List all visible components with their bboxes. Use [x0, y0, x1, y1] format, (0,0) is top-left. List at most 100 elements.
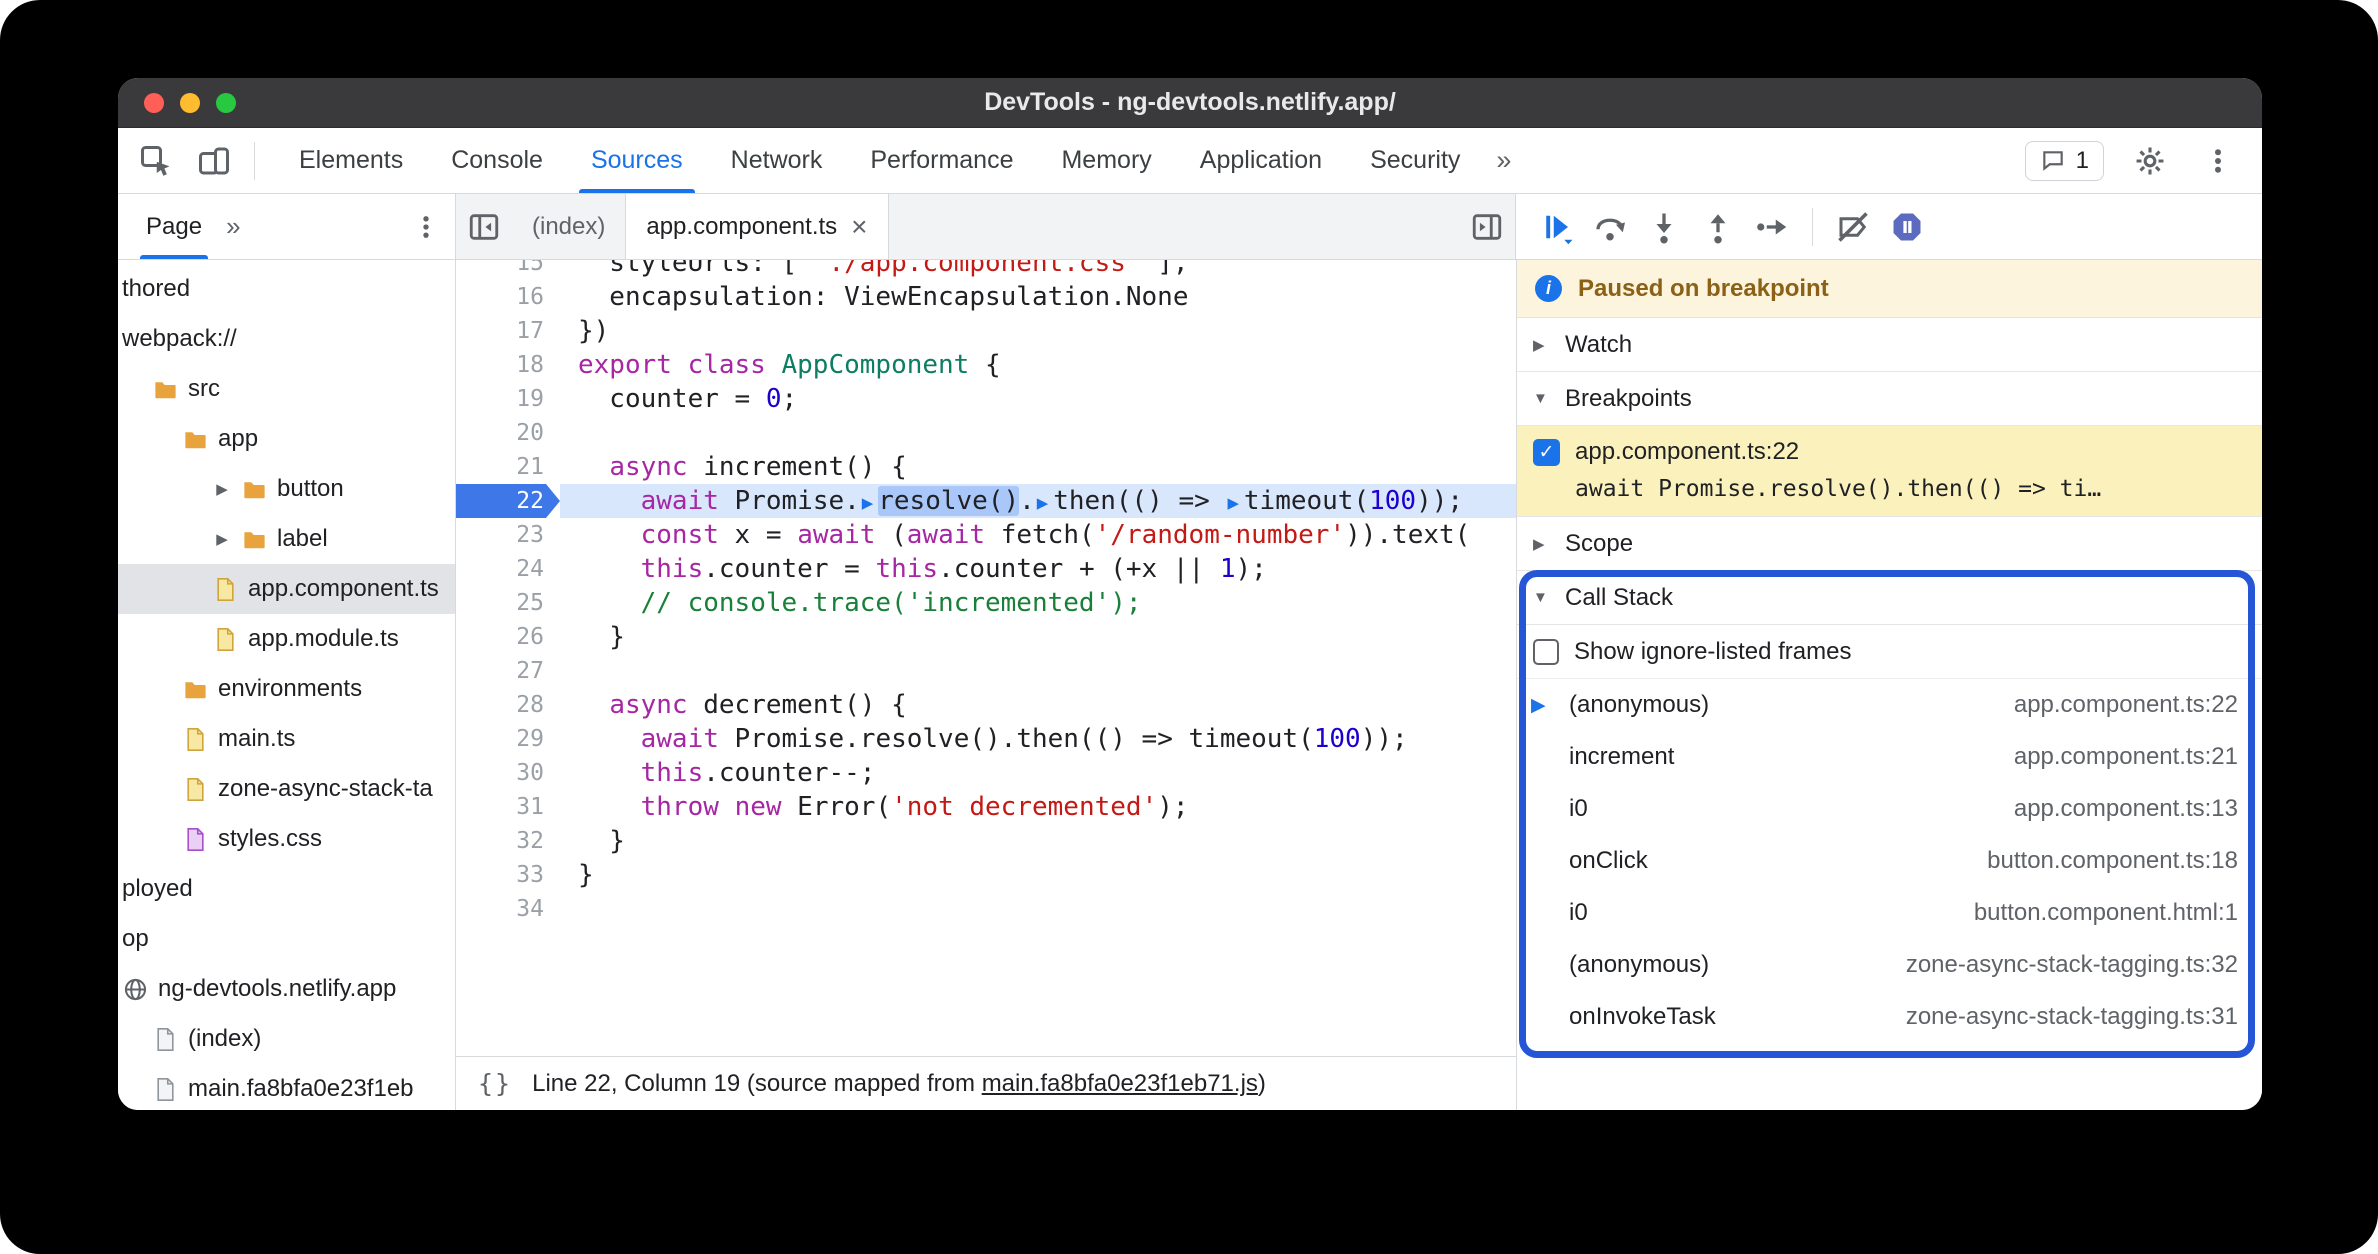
tab-performance[interactable]: Performance	[846, 128, 1037, 193]
call-stack-frame[interactable]: i0 button.component.html:1	[1517, 887, 2262, 939]
line-number[interactable]: 15	[456, 260, 560, 280]
call-stack-frame[interactable]: onClick button.component.ts:18	[1517, 835, 2262, 887]
line-number[interactable]: 30	[456, 756, 560, 790]
navigator-more-options-icon[interactable]	[411, 205, 455, 249]
tab-sources[interactable]: Sources	[567, 128, 707, 193]
tree-item[interactable]: app.module.ts	[118, 614, 455, 664]
tree-item[interactable]: main.ts	[118, 714, 455, 764]
messages-badge[interactable]: 1	[2024, 140, 2104, 181]
tab-network[interactable]: Network	[707, 128, 847, 193]
breakpoints-section-header[interactable]: ▼ Breakpoints	[1517, 372, 2262, 426]
code-scroll-area[interactable]: 15 styleUrls: [ './app.component.css' ],…	[456, 260, 1516, 1056]
close-window-button[interactable]	[144, 92, 164, 113]
watch-section-header[interactable]: ▶ Watch	[1517, 318, 2262, 372]
tree-item[interactable]: (index)	[118, 1014, 455, 1064]
code-token: fetch(	[985, 520, 1095, 550]
call-stack-frame[interactable]: i0 app.component.ts:13	[1517, 783, 2262, 835]
pretty-print-icon[interactable]: {}	[478, 1069, 512, 1098]
call-stack-frame[interactable]: ▶ (anonymous) app.component.ts:22	[1517, 679, 2262, 731]
pause-on-exceptions-icon[interactable]	[1885, 205, 1929, 249]
line-number[interactable]: 16	[456, 280, 560, 314]
async-step-marker[interactable]: ▶	[860, 492, 878, 514]
line-number[interactable]: 22	[456, 484, 560, 518]
close-tab-icon[interactable]: ×	[851, 212, 867, 241]
breakpoint-checkbox[interactable]: ✓	[1533, 438, 1560, 466]
globe-icon	[122, 976, 149, 1003]
tree-item[interactable]: zone-async-stack-ta	[118, 764, 455, 814]
line-number[interactable]: 23	[456, 518, 560, 552]
show-ignore-listed-checkbox[interactable]	[1533, 638, 1559, 665]
more-options-icon[interactable]	[2196, 139, 2240, 183]
file-tab[interactable]: app.component.ts ×	[625, 194, 889, 259]
tree-item-label: zone-async-stack-ta	[218, 775, 433, 802]
step-out-icon[interactable]	[1696, 205, 1740, 249]
step-over-icon[interactable]	[1588, 205, 1632, 249]
navigator-more-tabs-chevron[interactable]: »	[226, 211, 240, 242]
device-toolbar-icon[interactable]	[192, 139, 236, 183]
line-number[interactable]: 34	[456, 892, 560, 926]
async-step-marker[interactable]: ▶	[1035, 492, 1053, 514]
tree-item[interactable]: ▶ label	[118, 514, 455, 564]
line-number[interactable]: 19	[456, 382, 560, 416]
tree-item[interactable]: ▶ button	[118, 464, 455, 514]
deactivate-breakpoints-icon[interactable]	[1831, 205, 1875, 249]
line-number[interactable]: 21	[456, 450, 560, 484]
tree-item[interactable]: styles.css	[118, 814, 455, 864]
tree-item[interactable]: app	[118, 414, 455, 464]
more-tabs-chevron[interactable]: »	[1484, 145, 1523, 176]
line-number[interactable]: 20	[456, 416, 560, 450]
frame-name: onInvokeTask	[1569, 1003, 1716, 1030]
line-number[interactable]: 25	[456, 586, 560, 620]
minimize-window-button[interactable]	[180, 92, 200, 113]
navigator-tab-page[interactable]: Page	[140, 194, 209, 259]
toggle-navigator-icon[interactable]	[456, 194, 512, 259]
call-stack-frame[interactable]: increment app.component.ts:21	[1517, 731, 2262, 783]
tab-console[interactable]: Console	[427, 128, 567, 193]
tree-item[interactable]: op	[118, 914, 455, 964]
code-token: })	[578, 316, 610, 346]
line-number[interactable]: 29	[456, 722, 560, 756]
panel-toggle-icon[interactable]	[1459, 194, 1515, 259]
file-tab[interactable]: (index)	[512, 194, 625, 259]
resume-icon[interactable]	[1534, 205, 1578, 249]
tree-item[interactable]: src	[118, 364, 455, 414]
call-stack-section-header[interactable]: ▼ Call Stack	[1517, 571, 2262, 625]
source-map-link[interactable]: main.fa8bfa0e23f1eb71.js	[982, 1070, 1258, 1097]
tree-item[interactable]: ployed	[118, 864, 455, 914]
tree-item[interactable]: environments	[118, 664, 455, 714]
inspect-icon[interactable]	[134, 139, 178, 183]
tab-memory[interactable]: Memory	[1037, 128, 1175, 193]
call-stack-frame[interactable]: onInvokeTask zone-async-stack-tagging.ts:…	[1517, 991, 2262, 1043]
frame-name: i0	[1569, 899, 1588, 926]
tab-elements[interactable]: Elements	[275, 128, 427, 193]
line-number[interactable]: 24	[456, 552, 560, 586]
tree-item-label: thored	[122, 275, 191, 302]
tree-item[interactable]: main.fa8bfa0e23f1eb	[118, 1064, 455, 1110]
line-number[interactable]: 33	[456, 858, 560, 892]
async-step-marker[interactable]: ▶	[1225, 492, 1243, 514]
code-line: 34	[456, 892, 1516, 926]
call-stack-frame[interactable]: (anonymous) zone-async-stack-tagging.ts:3…	[1517, 939, 2262, 991]
line-number[interactable]: 32	[456, 824, 560, 858]
line-number[interactable]: 26	[456, 620, 560, 654]
tab-security[interactable]: Security	[1346, 128, 1484, 193]
line-number[interactable]: 27	[456, 654, 560, 688]
tab-application[interactable]: Application	[1176, 128, 1346, 193]
tree-item[interactable]: thored	[118, 264, 455, 314]
tree-item[interactable]: ng-devtools.netlify.app	[118, 964, 455, 1014]
line-number[interactable]: 17	[456, 314, 560, 348]
tree-item[interactable]: app.component.ts	[118, 564, 455, 614]
scope-section-header[interactable]: ▶ Scope	[1517, 517, 2262, 571]
line-number[interactable]: 31	[456, 790, 560, 824]
line-number[interactable]: 18	[456, 348, 560, 382]
tree-item[interactable]: webpack://	[118, 314, 455, 364]
zoom-window-button[interactable]	[216, 92, 236, 113]
line-number[interactable]: 28	[456, 688, 560, 722]
settings-gear-icon[interactable]	[2128, 139, 2172, 183]
show-ignore-listed-row[interactable]: Show ignore-listed frames	[1517, 625, 2262, 679]
breakpoint-entry[interactable]: ✓ app.component.ts:22 await Promise.reso…	[1517, 426, 2262, 517]
debugger-toolbar-separator	[1812, 207, 1813, 246]
step-icon[interactable]	[1750, 205, 1794, 249]
step-into-icon[interactable]	[1642, 205, 1686, 249]
